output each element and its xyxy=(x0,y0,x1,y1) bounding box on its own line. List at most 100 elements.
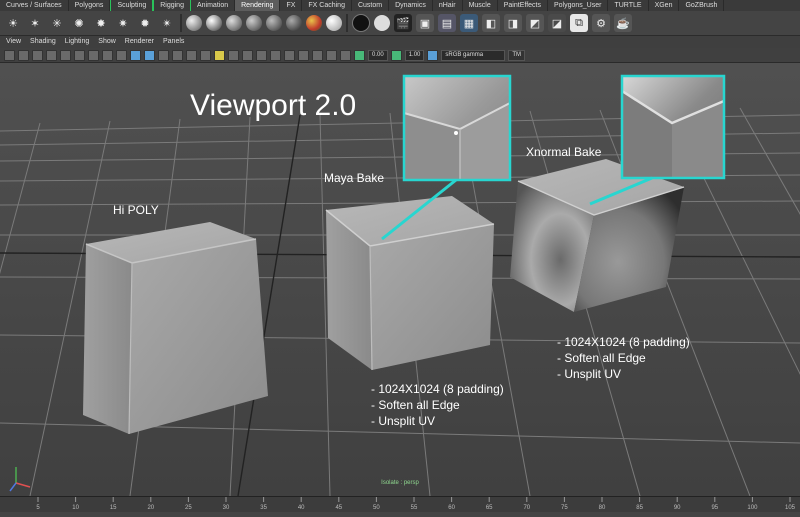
shelf-tab-polygons-user[interactable]: Polygons_User xyxy=(548,0,609,11)
use-all-lights-icon[interactable] xyxy=(214,49,225,61)
shelf-tab-fx[interactable]: FX xyxy=(280,0,303,11)
shelf-tab-muscle[interactable]: Muscle xyxy=(463,0,498,11)
xnormal-bake-cube xyxy=(510,159,685,312)
volume-light-icon[interactable]: ✸ xyxy=(92,14,110,32)
time-tick-label: 25 xyxy=(185,505,192,511)
colorspace-select[interactable]: sRGB gamma xyxy=(441,49,506,61)
color-sphere-icon[interactable] xyxy=(306,15,322,31)
spot-light-2-icon[interactable]: ✷ xyxy=(114,14,132,32)
shadows-icon[interactable] xyxy=(228,49,239,61)
area-light-icon[interactable]: ✺ xyxy=(70,14,88,32)
shelf-tab-nhair[interactable]: nHair xyxy=(433,0,463,11)
ambient-light-icon[interactable]: ✹ xyxy=(136,14,154,32)
shelf: ☀ ✶ ✳ ✺ ✸ ✷ ✹ ✴ 🎬 ▣ ▤ ▦ ◧ ◨ ◩ ◪ ⧉ ⚙ ☕ xyxy=(0,11,800,36)
shelf-tab-custom[interactable]: Custom xyxy=(352,0,390,11)
wireframe-on-shaded-icon[interactable] xyxy=(186,49,197,61)
panel-menu-shading[interactable]: Shading xyxy=(30,36,56,48)
white-sphere-icon[interactable] xyxy=(374,15,390,31)
panel-menu-show[interactable]: Show xyxy=(98,36,116,48)
batch-render-icon[interactable]: ◩ xyxy=(526,14,544,32)
render-sequence-icon[interactable]: ◪ xyxy=(548,14,566,32)
exposure-icon[interactable] xyxy=(354,49,365,61)
hipoly-label: Hi POLY xyxy=(113,203,159,217)
ibl-light-icon[interactable]: ✴ xyxy=(158,14,176,32)
camera-select-icon[interactable] xyxy=(4,49,15,61)
shelf-tab-rigging[interactable]: Rigging xyxy=(153,0,191,11)
phong-e-sphere-icon[interactable] xyxy=(246,15,262,31)
time-tick-label: 70 xyxy=(523,505,530,511)
teapot-icon[interactable]: ☕ xyxy=(614,14,632,32)
panel-menu-lighting[interactable]: Lighting xyxy=(65,36,90,48)
time-tick-label: 30 xyxy=(223,505,230,511)
gate-mask-icon[interactable] xyxy=(102,49,113,61)
sun-light-icon[interactable]: ☀ xyxy=(4,14,22,32)
shelf-tab-polygons[interactable]: Polygons xyxy=(69,0,111,11)
anisotropic-sphere-icon[interactable] xyxy=(266,15,282,31)
time-tick-label: 50 xyxy=(373,505,380,511)
safe-title-icon[interactable] xyxy=(144,49,155,61)
gamma-field[interactable]: 1.00 xyxy=(404,49,425,61)
time-tick-label: 15 xyxy=(110,505,117,511)
textured-icon[interactable] xyxy=(200,49,211,61)
render-region-icon[interactable]: ◧ xyxy=(482,14,500,32)
ramp-sphere-icon[interactable] xyxy=(286,15,302,31)
view-axis-gizmo xyxy=(9,467,31,492)
blinn-sphere-icon[interactable] xyxy=(206,15,222,31)
grid-icon[interactable] xyxy=(60,49,71,61)
surface-sphere-icon[interactable] xyxy=(326,15,342,31)
time-tick-label: 10 xyxy=(72,505,79,511)
uv-editor-icon[interactable]: ⧉ xyxy=(570,14,588,32)
point-light-icon[interactable]: ✳ xyxy=(48,14,66,32)
bookmark-icon[interactable] xyxy=(32,49,43,61)
ipr-icon[interactable]: ◨ xyxy=(504,14,522,32)
smooth-shade-icon[interactable] xyxy=(172,49,183,61)
shelf-tab-curves-surfaces[interactable]: Curves / Surfaces xyxy=(0,0,69,11)
shelf-tab-turtle[interactable]: TURTLE xyxy=(608,0,649,11)
camera-attr-icon[interactable] xyxy=(18,49,29,61)
panel-menu-renderer[interactable]: Renderer xyxy=(125,36,154,48)
clapper-icon[interactable]: 🎬 xyxy=(394,14,412,32)
shelf-tab-painteffects[interactable]: PaintEffects xyxy=(498,0,548,11)
xnormal-zoom-inset xyxy=(620,74,726,180)
shelf-tab-gozbrush[interactable]: GoZBrush xyxy=(679,0,725,11)
shelf-tab-animation[interactable]: Animation xyxy=(191,0,236,11)
xray-active-icon[interactable] xyxy=(326,49,337,61)
shelf-tab-dynamics[interactable]: Dynamics xyxy=(389,0,433,11)
safe-action-icon[interactable] xyxy=(130,49,141,61)
film-gate-icon[interactable] xyxy=(74,49,85,61)
image-plane-icon[interactable] xyxy=(46,49,57,61)
resolution-gate-icon[interactable] xyxy=(88,49,99,61)
time-tick-label: 80 xyxy=(599,505,606,511)
black-sphere-icon[interactable] xyxy=(352,14,370,32)
xnormal-note: - Unsplit UV xyxy=(557,367,622,381)
panel-menu-panels[interactable]: Panels xyxy=(163,36,184,48)
bake-icon[interactable]: ⚙ xyxy=(592,14,610,32)
xray-icon[interactable] xyxy=(312,49,323,61)
spot-light-icon[interactable]: ✶ xyxy=(26,14,44,32)
field-chart-icon[interactable] xyxy=(116,49,127,61)
motion-blur-icon[interactable] xyxy=(256,49,267,61)
screen-space-ao-icon[interactable] xyxy=(242,49,253,61)
time-tick-label: 90 xyxy=(674,505,681,511)
phong-sphere-icon[interactable] xyxy=(226,15,242,31)
anti-aliasing-icon[interactable] xyxy=(270,49,281,61)
gamma-icon[interactable] xyxy=(390,49,402,61)
tm-badge[interactable]: TM xyxy=(508,49,526,61)
viewport[interactable]: Viewport 2.0 Hi POLY Maya Bake Xnormal B… xyxy=(0,63,800,496)
time-slider[interactable]: 5 10 15 20 25 30 35 40 45 50 55 60 65 70 75 80 85 90 95 100… xyxy=(0,496,800,512)
depth-of-field-icon[interactable] xyxy=(284,49,295,61)
isolate-select-icon[interactable] xyxy=(298,49,309,61)
shelf-tab-fx-caching[interactable]: FX Caching xyxy=(302,0,352,11)
panel-menu-view[interactable]: View xyxy=(6,36,21,48)
wireframe-icon[interactable] xyxy=(158,49,169,61)
xray-joints-icon[interactable] xyxy=(340,49,351,61)
render-settings-icon[interactable]: ▤ xyxy=(438,14,456,32)
shelf-tab-rendering[interactable]: Rendering xyxy=(235,0,281,11)
hypershade-icon[interactable]: ▦ xyxy=(460,14,478,32)
lambert-sphere-icon[interactable] xyxy=(186,15,202,31)
color-management-icon[interactable] xyxy=(427,49,439,61)
shelf-tab-sculpting[interactable]: Sculpting xyxy=(110,0,154,11)
exposure-field[interactable]: 0.00 xyxy=(368,49,388,61)
render-view-icon[interactable]: ▣ xyxy=(416,14,434,32)
shelf-tab-xgen[interactable]: XGen xyxy=(649,0,680,11)
